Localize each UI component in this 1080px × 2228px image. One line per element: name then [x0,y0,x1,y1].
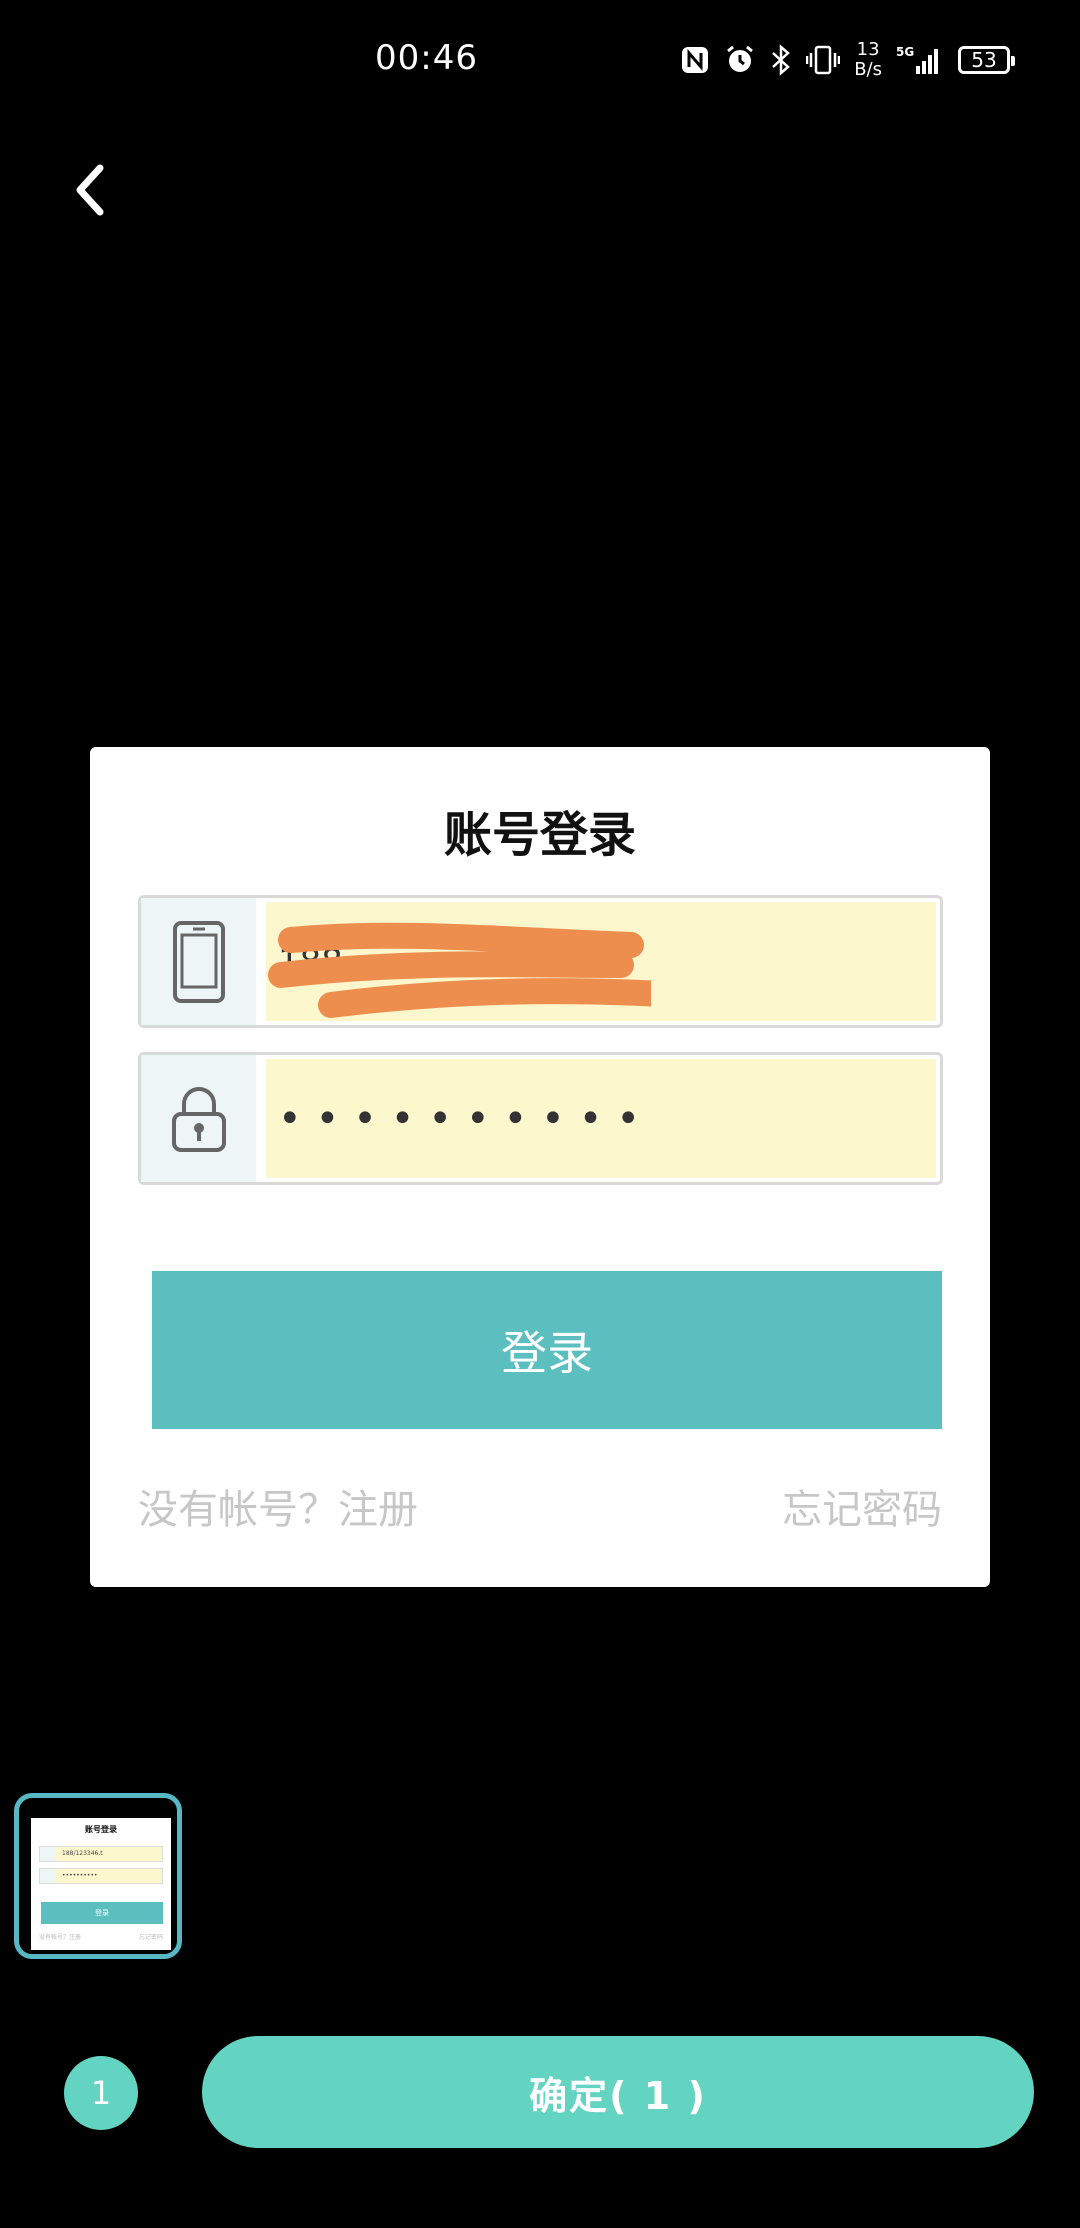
back-button[interactable] [60,150,120,230]
thumbnail-password-field: •••••••••• [39,1868,163,1884]
password-field: •••••••••• [138,1052,943,1185]
login-title: 账号登录 [443,807,636,863]
register-link: 没有帐号？注册 [138,1487,418,1533]
battery-icon: 53 [958,46,1015,74]
password-field-icon-box [141,1055,256,1182]
selected-thumbnail[interactable]: 账号登录 188/123346.t •••••••••• 登录 没有帐号？注册 … [14,1793,182,1959]
image-preview-screen: 00:46 13 B/s 5G 53 账号登录 188 •••••••••• 登… [0,0,1080,2228]
phone-field: 188 [138,895,943,1028]
thumbnail-forgot-link: 忘记密码 [138,1934,163,1941]
svg-text:5G: 5G [896,45,914,59]
vibrate-icon [806,44,841,76]
phone-icon [172,920,225,1003]
phone-field-icon-box [141,898,256,1025]
thumbnail-register-link: 没有帐号？注册 [39,1934,82,1941]
thumbnail-phone-field: 188/123346.t [39,1846,163,1862]
login-button: 登录 [152,1271,942,1429]
password-value: •••••••••• [278,1095,654,1142]
status-time: 00:46 [375,38,478,78]
phone-input: 188 [266,902,936,1021]
bluetooth-icon [770,44,792,76]
forgot-password-link: 忘记密码 [782,1487,942,1533]
nfc-icon [680,45,710,75]
preview-image: 账号登录 188 •••••••••• 登录 没有帐号？注册 忘记密码 [90,747,990,1587]
lock-icon [171,1086,226,1152]
thumbnail-title: 账号登录 [85,1825,117,1834]
password-input: •••••••••• [266,1059,936,1178]
thumbnail-login-button: 登录 [41,1902,163,1924]
net-speed: 13 B/s [854,39,882,80]
thumbnail-image: 账号登录 188/123346.t •••••••••• 登录 没有帐号？注册 … [31,1818,171,1950]
phone-value: 188 [278,941,343,982]
chevron-left-icon [76,164,104,216]
selected-count-badge: 1 [64,2056,138,2130]
status-icons: 13 B/s 5G 53 [680,39,1015,80]
confirm-button[interactable]: 确定( 1 ) [202,2036,1034,2148]
alarm-icon [724,44,756,76]
signal-icon: 5G [896,44,944,76]
